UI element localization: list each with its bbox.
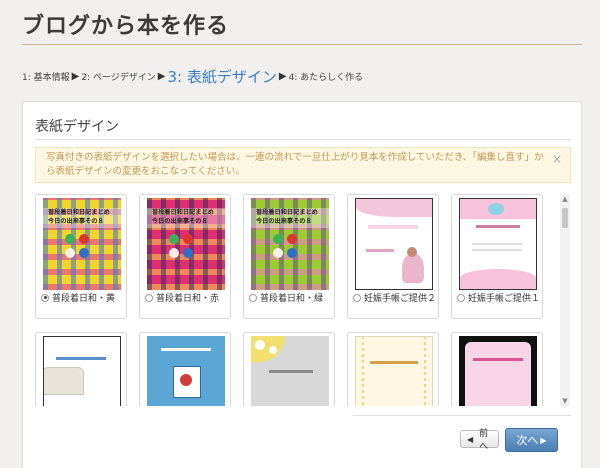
design-card-black-pink[interactable] [451,332,543,406]
decor-icon [79,234,89,244]
design-label: 妊娠手帳ご提供１ [468,294,541,304]
design-card-green[interactable]: 普段着日和日記まとめ 今日の出来事その８ 普段着日和・緑 [243,194,335,319]
prev-button-label: 前へ [479,429,489,452]
cover-title: 普段着日和日記まとめ [48,209,110,216]
design-card-red[interactable]: 普段着日和日記まとめ 今日の出来事その８ 普段着日和・赤 [139,194,231,319]
design-card-sofa[interactable] [35,332,127,406]
radio-unselected[interactable] [249,293,257,302]
chevron-right-icon: ▶ [71,70,80,82]
cover-thumbnail: 普段着日和日記まとめ 今日の出来事その８ [251,198,329,290]
design-card-yellow[interactable]: 普段着日和日記まとめ 今日の出来事その８ 普段着日和・黄 [35,194,127,319]
scroll-down-icon[interactable]: ▼ [560,396,570,406]
radio-unselected[interactable] [145,293,153,302]
cover-design-panel: 表紙デザイン 写真付きの表紙デザインを選択したい場合は、一連の流れで一旦仕上がり… [22,101,582,468]
prev-button[interactable]: ◀ 前へ [460,429,499,452]
next-button-label: 次へ [516,434,539,447]
cover-thumbnail [459,336,537,406]
decor-icon [169,248,179,258]
chevron-left-icon: ◀ [467,434,474,444]
close-icon[interactable]: × [552,152,562,166]
decor-icon [65,248,75,258]
cover-thumbnail [459,198,537,290]
decor-icon [273,248,283,258]
design-card-blue[interactable] [139,332,231,406]
cover-thumbnail [43,336,121,406]
step-create-new: 4: あたらしく作る [288,72,364,83]
footer-divider [353,415,571,416]
step-basic-info: 1: 基本情報 [22,72,70,83]
page-title: ブログから本を作る [22,14,230,39]
radio-selected[interactable] [41,293,49,302]
scroll-thumb[interactable] [562,208,568,228]
design-card-flowers[interactable] [243,332,335,406]
title-divider [22,44,582,45]
decor-icon [287,234,297,244]
design-card-pregnancy-1[interactable]: 妊娠手帳ご提供１ [451,194,543,319]
decor-icon [183,248,193,258]
cover-subtitle: 今日の出来事その８ [48,218,104,225]
next-button[interactable]: 次へ ▶ [505,428,558,452]
decor-icon [79,248,89,258]
scroll-up-icon[interactable]: ▲ [560,194,570,204]
info-alert: 写真付きの表紙デザインを選択したい場合は、一連の流れで一旦仕上がり見本を作成して… [35,147,571,183]
chevron-right-icon: ▶ [278,70,287,82]
design-option[interactable]: 普段着日和・緑 [249,291,323,304]
chevron-right-icon: ▶ [540,435,547,445]
decor-icon [273,234,283,244]
alert-text: 写真付きの表紙デザインを選択したい場合は、一連の流れで一旦仕上がり見本を作成して… [46,152,544,177]
grid-scrollbar[interactable]: ▲ ▼ [560,194,570,406]
cover-thumbnail [355,336,433,406]
design-label: 普段着日和・緑 [260,294,324,304]
cover-thumbnail [355,198,433,290]
cover-thumbnail [147,336,225,406]
step-breadcrumb: 1: 基本情報 ▶ 2: ページデザイン ▶ 3: 表紙デザイン ▶ 4: あた… [22,64,582,88]
design-label: 普段着日和・黄 [52,294,116,304]
design-card-pregnancy-2[interactable]: 妊娠手帳ご提供２ [347,194,439,319]
cover-title: 普段着日和日記まとめ [256,209,318,216]
decor-icon [287,248,297,258]
panel-heading: 表紙デザイン [35,119,119,135]
design-option[interactable]: 妊娠手帳ご提供１ [457,291,540,304]
design-option[interactable]: 普段着日和・赤 [145,291,219,304]
radio-unselected[interactable] [457,293,465,302]
design-label: 妊娠手帳ご提供２ [364,294,437,304]
cover-subtitle: 今日の出来事その８ [256,218,312,225]
design-option[interactable]: 妊娠手帳ご提供２ [353,291,436,304]
cover-thumbnail: 普段着日和日記まとめ 今日の出来事その８ [147,198,225,290]
panel-divider [35,139,571,140]
decor-icon [169,234,179,244]
decor-icon [183,234,193,244]
radio-unselected[interactable] [353,293,361,302]
decor-icon [65,234,75,244]
cover-title: 普段着日和日記まとめ [152,209,214,216]
step-cover-design: 3: 表紙デザイン [167,67,277,86]
chevron-right-icon: ▶ [157,70,166,82]
cover-thumbnail [251,336,329,406]
design-grid: 普段着日和日記まとめ 今日の出来事その８ 普段着日和・黄 普段着日和日記まとめ … [35,194,571,406]
design-option[interactable]: 普段着日和・黄 [41,291,115,304]
step-page-design: 2: ページデザイン [81,72,156,83]
design-card-cream[interactable] [347,332,439,406]
design-label: 普段着日和・赤 [156,294,220,304]
cover-thumbnail: 普段着日和日記まとめ 今日の出来事その８ [43,198,121,290]
cover-subtitle: 今日の出来事その８ [152,218,208,225]
